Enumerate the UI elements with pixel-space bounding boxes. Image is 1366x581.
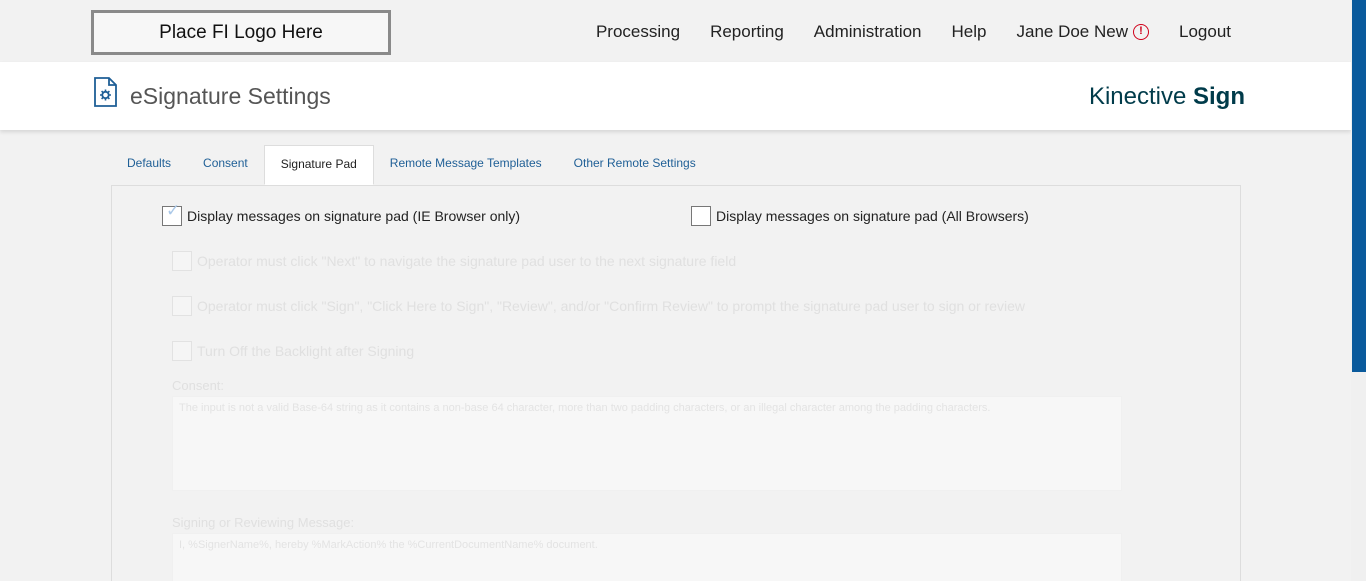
settings-tabs: Defaults Consent Signature Pad Remote Me… — [111, 145, 712, 185]
backlight-checkbox[interactable] — [172, 341, 192, 361]
tab-other-remote-settings[interactable]: Other Remote Settings — [558, 145, 712, 185]
brand-bold: Sign — [1193, 83, 1245, 110]
alert-icon[interactable]: ! — [1133, 24, 1149, 40]
backlight-label: Turn Off the Backlight after Signing — [197, 343, 415, 359]
nav-user-menu[interactable]: Jane Doe New ! — [1016, 22, 1149, 42]
signing-message-textarea[interactable]: I, %SignerName%, hereby %MarkAction% the… — [172, 533, 1122, 581]
nav-logout[interactable]: Logout — [1179, 22, 1231, 42]
scrollbar-thumb[interactable] — [1352, 0, 1366, 372]
signing-message-label: Signing or Reviewing Message: — [172, 515, 355, 530]
document-settings-icon — [94, 77, 117, 107]
sign-prompt-label: Operator must click "Sign", "Click Here … — [197, 298, 1025, 314]
nav-help[interactable]: Help — [952, 22, 987, 42]
consent-textarea[interactable]: The input is not a valid Base-64 string … — [172, 396, 1122, 491]
ie-only-checkbox[interactable]: ✓ — [162, 201, 182, 226]
fi-logo-placeholder: Place FI Logo Here — [91, 10, 391, 55]
page-title: eSignature Settings — [130, 83, 331, 109]
main-nav: Processing Reporting Administration Help… — [566, 22, 1231, 42]
page-header: eSignature Settings Kinective Sign — [0, 62, 1351, 130]
next-field-label: Operator must click "Next" to navigate t… — [197, 253, 737, 269]
nav-administration[interactable]: Administration — [814, 22, 922, 42]
nav-reporting[interactable]: Reporting — [710, 22, 784, 42]
sign-prompt-checkbox[interactable] — [172, 296, 192, 316]
tab-defaults[interactable]: Defaults — [111, 145, 187, 185]
all-browsers-checkbox[interactable] — [691, 206, 711, 226]
signature-pad-panel: ✓ Display messages on signature pad (IE … — [111, 185, 1241, 581]
brand-light: Kinective — [1088, 83, 1187, 110]
user-name: Jane Doe New — [1016, 22, 1128, 41]
tab-signature-pad[interactable]: Signature Pad — [263, 145, 374, 185]
tab-consent[interactable]: Consent — [187, 145, 264, 185]
ie-only-label: Display messages on signature pad (IE Br… — [187, 208, 521, 224]
tab-remote-message-templates[interactable]: Remote Message Templates — [374, 145, 558, 185]
next-field-checkbox[interactable] — [172, 251, 192, 271]
nav-processing[interactable]: Processing — [596, 22, 680, 42]
all-browsers-label: Display messages on signature pad (All B… — [716, 208, 1029, 224]
top-bar: Place FI Logo Here Processing Reporting … — [0, 0, 1351, 62]
consent-label: Consent: — [172, 378, 225, 393]
brand-logo: Kinective Sign — [1089, 83, 1245, 111]
checkmark-icon: ✓ — [166, 201, 181, 220]
vertical-scrollbar[interactable] — [1351, 0, 1366, 581]
